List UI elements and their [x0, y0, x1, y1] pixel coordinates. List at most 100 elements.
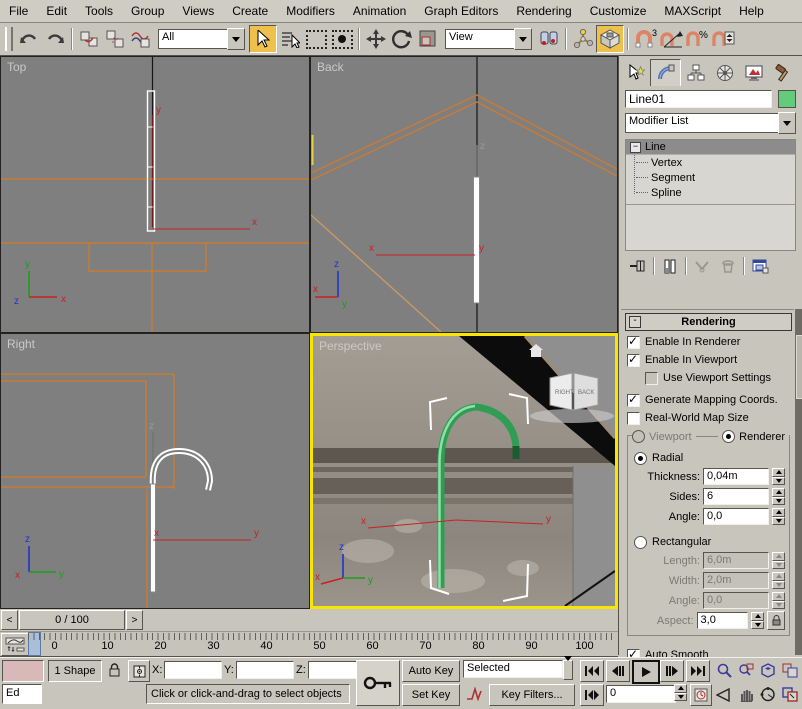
stack-sub-item[interactable]: Vertex	[636, 155, 795, 170]
percent-snap-button[interactable]: %	[684, 26, 710, 52]
frame-ruler[interactable]: 0102030405060708090100	[28, 632, 614, 656]
tab-motion[interactable]	[710, 60, 739, 86]
arc-rotate-button[interactable]	[758, 684, 778, 705]
rectangular-radio-row[interactable]: Rectangular	[634, 535, 785, 549]
zoom-extents-button[interactable]	[758, 660, 778, 681]
rollout-header[interactable]: - Rendering	[625, 313, 792, 331]
zoom-extents-all-button[interactable]	[780, 660, 800, 681]
frame-spinner[interactable]	[674, 684, 687, 701]
default-in-out-tangent-button[interactable]	[463, 684, 485, 704]
menu-item[interactable]: Graph Editors	[415, 2, 507, 20]
dropdown-arrow-icon[interactable]	[778, 112, 796, 134]
zoom-button[interactable]	[714, 660, 734, 681]
maxscript-listener-field[interactable]: Ed	[2, 684, 42, 704]
angle-spinner[interactable]	[772, 508, 785, 525]
checkbox-unchecked[interactable]	[645, 372, 658, 385]
thickness-field[interactable]: 0,04m	[703, 468, 769, 485]
tab-hierarchy[interactable]	[681, 60, 710, 86]
toolbar-grip[interactable]	[5, 27, 13, 51]
use-pivot-center-button[interactable]	[536, 26, 562, 52]
key-selection-dropdown[interactable]: Selected	[463, 660, 573, 680]
sides-spinner[interactable]	[772, 488, 785, 505]
scrollbar-thumb[interactable]	[796, 335, 802, 399]
set-key-button[interactable]: Set Key	[402, 684, 460, 706]
select-and-manipulate-button[interactable]	[570, 26, 596, 52]
absolute-offset-toggle[interactable]	[128, 660, 150, 682]
reference-coordinate-dropdown[interactable]: View	[445, 29, 532, 49]
unlink-selection-button[interactable]	[102, 26, 128, 52]
rectangular-radio[interactable]	[634, 536, 647, 549]
select-and-move-button[interactable]	[363, 26, 389, 52]
viewport-label[interactable]: Perspective	[319, 339, 382, 353]
menu-item[interactable]: Modifiers	[277, 2, 344, 20]
object-color-swatch[interactable]	[778, 90, 796, 108]
tab-display[interactable]	[739, 60, 768, 86]
use-viewport-settings-row[interactable]: Use Viewport Settings	[645, 371, 792, 385]
pin-stack-button[interactable]	[627, 256, 649, 276]
modifier-list-value[interactable]: Modifier List	[625, 113, 778, 133]
set-keys-button[interactable]	[356, 660, 400, 706]
radial-radio[interactable]	[634, 452, 647, 465]
select-and-rotate-button[interactable]	[389, 26, 415, 52]
menu-item[interactable]: Views	[173, 2, 223, 20]
viewport-perspective[interactable]: Perspective	[310, 333, 618, 609]
menu-item[interactable]: File	[0, 2, 37, 20]
selection-filter-value[interactable]: All	[158, 29, 227, 49]
menu-item[interactable]: Help	[730, 2, 773, 20]
current-frame-field[interactable]: 0	[606, 685, 676, 703]
selection-filter-dropdown[interactable]: All	[158, 29, 245, 49]
dropdown-arrow-icon[interactable]	[227, 28, 245, 50]
maximize-viewport-toggle-button[interactable]	[780, 684, 800, 705]
checkbox-checked[interactable]	[627, 394, 640, 407]
checkbox-checked[interactable]	[627, 354, 640, 367]
collapse-button[interactable]: -	[629, 316, 641, 328]
spinner-snap-button[interactable]	[710, 26, 736, 52]
object-name-field[interactable]: Line01	[625, 90, 772, 108]
select-and-scale-button[interactable]	[415, 26, 441, 52]
go-to-end-button[interactable]	[686, 660, 710, 682]
real-world-map-row[interactable]: Real-World Map Size	[627, 411, 792, 425]
angle-snap-3-button[interactable]: 3	[632, 26, 658, 52]
auto-key-button[interactable]: Auto Key	[402, 660, 460, 682]
angle-field[interactable]: 0,0	[703, 508, 769, 525]
next-frame-button[interactable]	[660, 660, 684, 682]
remove-modifier-button[interactable]	[717, 256, 739, 276]
tab-utilities[interactable]	[768, 60, 797, 86]
bind-to-space-warp-button[interactable]	[128, 26, 154, 52]
select-object-button[interactable]	[249, 25, 277, 53]
viewport-back[interactable]: Back z x y z	[310, 56, 618, 333]
modifier-list-dropdown[interactable]: Modifier List	[625, 113, 796, 133]
aspect-spinner[interactable]	[751, 612, 764, 629]
generate-mapping-row[interactable]: Generate Mapping Coords.	[627, 393, 792, 407]
menu-item[interactable]: Rendering	[507, 2, 580, 20]
checkbox-checked[interactable]	[627, 336, 640, 349]
make-unique-button[interactable]	[691, 256, 713, 276]
z-coordinate-field[interactable]	[308, 661, 358, 679]
x-coordinate-field[interactable]	[164, 661, 222, 679]
menu-item[interactable]: Animation	[344, 2, 415, 20]
time-configuration-button[interactable]	[690, 684, 712, 706]
dropdown-arrow-icon[interactable]	[514, 28, 532, 50]
y-coordinate-field[interactable]	[236, 661, 294, 679]
rectangular-selection-region-button[interactable]	[303, 26, 329, 52]
viewport-right[interactable]: Right z	[0, 333, 310, 609]
zoom-all-button[interactable]	[736, 660, 756, 681]
show-end-result-button[interactable]	[659, 256, 681, 276]
undo-button[interactable]	[16, 26, 42, 52]
tab-modify[interactable]	[650, 59, 681, 86]
viewport-radio[interactable]	[632, 430, 645, 443]
go-to-start-button[interactable]	[580, 660, 604, 682]
configure-modifier-sets-button[interactable]	[749, 256, 771, 276]
renderer-radio[interactable]	[722, 430, 735, 443]
viewport-label[interactable]: Back	[317, 60, 344, 74]
enable-in-viewport-row[interactable]: Enable In Viewport	[627, 353, 792, 367]
angle-snap-toggle-button[interactable]	[658, 26, 684, 52]
stack-sub-item[interactable]: Segment	[636, 170, 795, 185]
window-crossing-button[interactable]	[329, 26, 355, 52]
tab-create[interactable]	[621, 60, 650, 86]
panel-scrollbar[interactable]	[795, 309, 802, 655]
viewport-label[interactable]: Top	[7, 60, 26, 74]
previous-frame-button[interactable]	[606, 660, 630, 682]
radial-radio-row[interactable]: Radial	[634, 451, 785, 465]
menu-item[interactable]: Tools	[76, 2, 122, 20]
